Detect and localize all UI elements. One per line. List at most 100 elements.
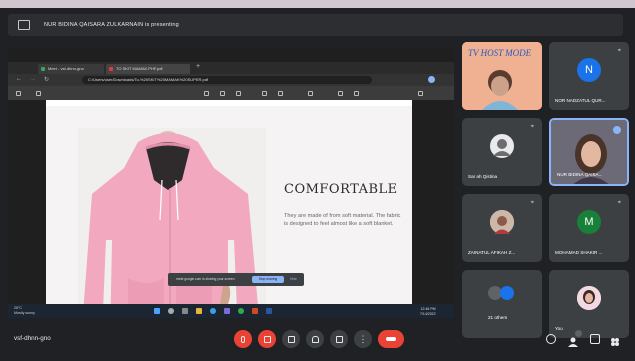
weather-widget[interactable]: 28°C Mostly sunny <box>14 306 35 316</box>
slide-headline: COMFORTABLE <box>284 182 398 197</box>
search-icon[interactable] <box>168 308 174 314</box>
share-notice-text: meet.google.com is sharing your screen. <box>176 277 236 281</box>
participant-tile[interactable]: TV HOST MODE <box>462 42 542 110</box>
participant-name: NUR BIDINA QAISA... <box>557 172 603 177</box>
draw-icon[interactable] <box>204 91 209 96</box>
hand-icon <box>311 335 319 343</box>
presenter-banner: NUR BIDINA QAISARA ZULKARNAIN is present… <box>8 14 623 36</box>
file-explorer-icon[interactable] <box>196 308 202 314</box>
avatar: N <box>577 58 601 82</box>
slide-body: They are made of from soft material. The… <box>284 213 401 227</box>
meeting-code: vsf-dhnn-gno <box>14 335 51 342</box>
windows-taskbar: 28°C Mostly sunny 12:46 PM 7/14/2022 <box>8 304 454 318</box>
mic-off-icon <box>241 335 245 343</box>
people-count-badge <box>575 330 582 337</box>
pdf-page: COMFORTABLE They are made of from soft m… <box>46 106 412 318</box>
avatar: M <box>577 210 601 234</box>
participant-tile-active-speaker[interactable]: NUR BIDINA QAISA... <box>549 118 629 186</box>
browser-tab-pdf[interactable]: TO SKIT MAMAK.PHF.pdf <box>106 64 190 74</box>
self-tile[interactable]: You <box>549 270 629 338</box>
avatar <box>490 134 514 158</box>
hide-button[interactable]: Hide <box>290 273 297 286</box>
hoodie-photo <box>78 128 266 318</box>
address-bar-row: ← → ↻ C:/Users/user/Downloads/To-%20SKIT… <box>8 74 454 86</box>
forward-icon[interactable]: → <box>30 76 36 82</box>
more-options-button[interactable]: ⋮ <box>354 330 372 348</box>
participant-name: Sar ah Qistina <box>468 174 498 179</box>
more-icon[interactable] <box>418 91 423 96</box>
others-avatar-icon <box>500 286 514 300</box>
text-icon[interactable] <box>262 91 267 96</box>
participant-name: ZAINATUL AFIKAH Z... <box>468 250 516 255</box>
participant-tile[interactable]: ⌖ M MOHAMAD SHAKIR ... <box>549 194 629 262</box>
browser-tab-bar: Meet - vsf-dhnn-gno TO SKIT MAMAK.PHF.pd… <box>8 62 454 74</box>
back-icon[interactable]: ← <box>16 76 22 82</box>
tv-host-banner: TV HOST MODE <box>468 48 532 58</box>
participant-tile[interactable]: ⌖ ZAINATUL AFIKAH Z... <box>462 194 542 262</box>
save-icon[interactable] <box>338 91 343 96</box>
clock-date: 7/14/2022 <box>420 311 436 316</box>
participant-video-tv-host: TV HOST MODE <box>462 42 542 110</box>
meet-favicon-icon <box>41 67 45 71</box>
task-view-icon[interactable] <box>182 308 188 314</box>
url-field[interactable]: C:/Users/user/Downloads/To-%20SKIT%20MAM… <box>82 76 372 84</box>
profile-icon[interactable] <box>428 76 435 83</box>
leave-call-button[interactable] <box>378 330 404 348</box>
weather-desc: Mostly sunny <box>14 311 35 315</box>
present-icon <box>335 335 343 343</box>
pin-icon[interactable]: ⌖ <box>618 200 621 207</box>
taskbar-clock[interactable]: 12:46 PM 7/14/2022 <box>420 307 436 316</box>
page-view-icon[interactable] <box>308 91 313 96</box>
print-icon[interactable] <box>354 91 359 96</box>
tab-label: TO SKIT MAMAK.PHF.pdf <box>116 66 163 71</box>
presenter-text: NUR BIDINA QAISARA ZULKARNAIN is present… <box>44 22 179 28</box>
zoom-icon[interactable] <box>36 91 41 96</box>
edge-icon[interactable] <box>210 308 216 314</box>
tab-label: Meet - vsf-dhnn-gno <box>48 66 84 71</box>
rotate-icon[interactable] <box>278 91 283 96</box>
pin-icon[interactable]: ⌖ <box>531 200 534 207</box>
stop-sharing-button[interactable]: Stop sharing <box>252 276 284 283</box>
hang-up-icon <box>386 337 396 341</box>
menu-icon[interactable] <box>16 91 21 96</box>
microphone-off-button[interactable] <box>234 330 252 348</box>
participant-tile[interactable]: ⌖ Sar ah Qistina <box>462 118 542 186</box>
participant-name: You <box>555 326 563 331</box>
new-tab-icon[interactable]: + <box>196 63 200 70</box>
participant-tile[interactable]: ⌖ N NOR NADZATUL QUR... <box>549 42 629 110</box>
chat-icon[interactable] <box>590 334 600 344</box>
avatar-photo <box>577 286 601 310</box>
captions-icon <box>287 335 295 343</box>
pin-icon[interactable]: ⌖ <box>531 124 534 131</box>
avatar-photo <box>490 210 514 234</box>
pin-icon[interactable]: ⌖ <box>618 48 621 55</box>
others-count: 21 others <box>488 315 508 320</box>
word-icon[interactable] <box>266 308 272 314</box>
powerpoint-icon[interactable] <box>252 308 258 314</box>
pink-hoodie-image <box>82 131 260 318</box>
highlight-icon[interactable] <box>220 91 225 96</box>
shared-screen[interactable]: Meet - vsf-dhnn-gno TO SKIT MAMAK.PHF.pd… <box>8 48 454 318</box>
reload-icon[interactable]: ↻ <box>44 76 49 83</box>
start-icon[interactable] <box>154 308 160 314</box>
meeting-info-icon[interactable] <box>546 334 556 344</box>
store-icon[interactable] <box>224 308 230 314</box>
camera-off-button[interactable] <box>258 330 276 348</box>
participant-name: NOR NADZATUL QUR... <box>555 98 606 103</box>
camera-off-icon <box>263 335 271 343</box>
captions-button[interactable] <box>282 330 300 348</box>
speaking-indicator-icon <box>613 126 621 134</box>
browser-tab-meet[interactable]: Meet - vsf-dhnn-gno <box>38 64 104 74</box>
screen-share-notice: meet.google.com is sharing your screen. … <box>168 273 304 286</box>
avatar <box>490 210 514 234</box>
meet-window: NUR BIDINA QAISARA ZULKARNAIN is present… <box>0 8 635 361</box>
more-vert-icon: ⋮ <box>358 333 368 344</box>
present-button[interactable] <box>330 330 348 348</box>
chrome-icon[interactable] <box>238 308 244 314</box>
raise-hand-button[interactable] <box>306 330 324 348</box>
activities-icon[interactable] <box>610 334 620 346</box>
others-tile[interactable]: 21 others <box>462 270 542 338</box>
erase-icon[interactable] <box>236 91 241 96</box>
present-screen-icon <box>18 20 30 30</box>
pdf-favicon-icon <box>109 67 113 71</box>
